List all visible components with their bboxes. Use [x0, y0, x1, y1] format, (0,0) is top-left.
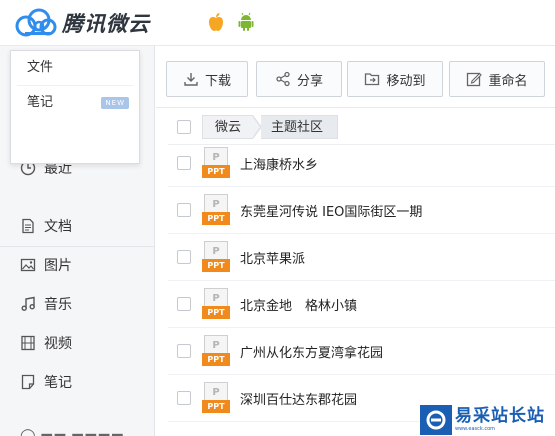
download-button[interactable]: 下载: [166, 61, 248, 97]
file-name[interactable]: 东莞星河传说 IEO国际街区一期: [240, 201, 422, 220]
image-icon: [20, 258, 36, 272]
sidebar-item-label: 音乐: [44, 297, 72, 313]
file-name[interactable]: 深圳百仕达东郡花园: [240, 389, 357, 408]
sidebar-item-music[interactable]: 音乐: [20, 292, 150, 316]
sidebar-item-label: 笔记: [44, 375, 72, 391]
sidebar-cutoff-item: ◯ ▬▬ ▬▬▬▬: [20, 428, 124, 436]
file-list: 微云 主题社区 P PPT 上海康桥水乡 P PPT 东莞星河传说 IEO国际街区一…: [156, 109, 555, 436]
list-item[interactable]: P PPT 东莞星河传说 IEO国际街区一期: [168, 187, 555, 234]
row-checkbox[interactable]: [177, 203, 191, 217]
sidebar-item-video[interactable]: 视频: [20, 331, 150, 355]
breadcrumb: 微云 主题社区: [202, 115, 339, 139]
move-to-button[interactable]: 移动到: [347, 61, 443, 97]
file-type-label: PPT: [202, 400, 230, 413]
share-label: 分享: [296, 73, 323, 89]
add-dropdown-menu: 文件 笔记 NEW: [10, 50, 140, 164]
sidebar-divider: [0, 246, 155, 247]
sidebar-item-label: 文档: [44, 219, 72, 235]
select-all-checkbox[interactable]: [177, 119, 191, 134]
file-type-label: PPT: [202, 165, 230, 178]
menu-item-label: 文件: [27, 60, 54, 75]
row-checkbox[interactable]: [177, 250, 191, 264]
ppt-file-icon: P PPT: [202, 241, 230, 273]
ppt-file-icon: P PPT: [202, 382, 230, 414]
sidebar-item-label: 视频: [44, 336, 72, 352]
menu-item-note[interactable]: 笔记 NEW: [11, 86, 139, 120]
file-name[interactable]: 北京苹果派: [240, 248, 305, 267]
list-item[interactable]: P PPT 北京金地 格林小镇: [168, 281, 555, 328]
new-badge: NEW: [101, 97, 129, 109]
ppt-file-icon: P PPT: [202, 194, 230, 226]
menu-item-file[interactable]: 文件: [11, 51, 139, 85]
move-to-label: 移动到: [386, 73, 426, 89]
row-checkbox[interactable]: [177, 391, 191, 405]
row-checkbox[interactable]: [177, 297, 191, 311]
rename-icon: [467, 72, 483, 87]
list-item[interactable]: P PPT 北京苹果派: [168, 234, 555, 281]
rename-label: 重命名: [488, 73, 528, 89]
sidebar-item-label: 图片: [44, 258, 72, 274]
watermark-subtitle: www.easck.com: [455, 426, 496, 432]
rename-button[interactable]: 重命名: [449, 61, 545, 97]
ppt-file-icon: P PPT: [202, 335, 230, 367]
watermark: 易采站长站 www.easck.com: [420, 403, 555, 436]
menu-item-label: 笔记: [27, 95, 54, 110]
watermark-title: 易采站长站: [455, 406, 545, 426]
file-type-label: PPT: [202, 306, 230, 319]
row-checkbox[interactable]: [177, 344, 191, 358]
download-label: 下载: [204, 73, 231, 89]
breadcrumb-root[interactable]: 微云: [202, 115, 254, 139]
list-item[interactable]: P PPT 广州从化东方夏湾拿花园: [168, 328, 555, 375]
download-icon: [184, 73, 198, 86]
sidebar-item-images[interactable]: 图片: [20, 253, 150, 277]
file-name[interactable]: 北京金地 格林小镇: [240, 295, 357, 314]
ppt-file-icon: P PPT: [202, 147, 230, 179]
row-checkbox[interactable]: [177, 156, 191, 170]
breadcrumb-current[interactable]: 主题社区: [261, 115, 339, 139]
brand-name: 腾讯微云: [62, 12, 150, 36]
sidebar-item-documents[interactable]: 文档: [20, 214, 150, 238]
file-type-label: PPT: [202, 259, 230, 272]
apple-icon[interactable]: [207, 12, 225, 32]
ppt-file-icon: P PPT: [202, 288, 230, 320]
share-button[interactable]: 分享: [256, 61, 342, 97]
toolbar: 下载 分享 移动到 重命名: [156, 46, 555, 108]
file-name[interactable]: 上海康桥水乡: [240, 154, 318, 173]
cloud-logo-icon: [15, 8, 57, 37]
document-icon: [22, 218, 34, 234]
file-type-label: PPT: [202, 353, 230, 366]
share-icon: [276, 71, 290, 87]
top-bar: 腾讯微云: [0, 0, 555, 46]
music-icon: [21, 296, 35, 311]
android-icon[interactable]: [237, 12, 255, 32]
note-icon: [21, 374, 35, 390]
list-item[interactable]: P PPT 上海康桥水乡: [168, 140, 555, 187]
file-name[interactable]: 广州从化东方夏湾拿花园: [240, 342, 383, 361]
logo[interactable]: 腾讯微云: [14, 8, 150, 38]
file-type-label: PPT: [202, 212, 230, 225]
video-icon: [21, 335, 35, 351]
folder-move-icon: [365, 73, 380, 86]
sidebar-item-notes[interactable]: 笔记: [20, 370, 150, 394]
watermark-logo-icon: [420, 404, 452, 435]
